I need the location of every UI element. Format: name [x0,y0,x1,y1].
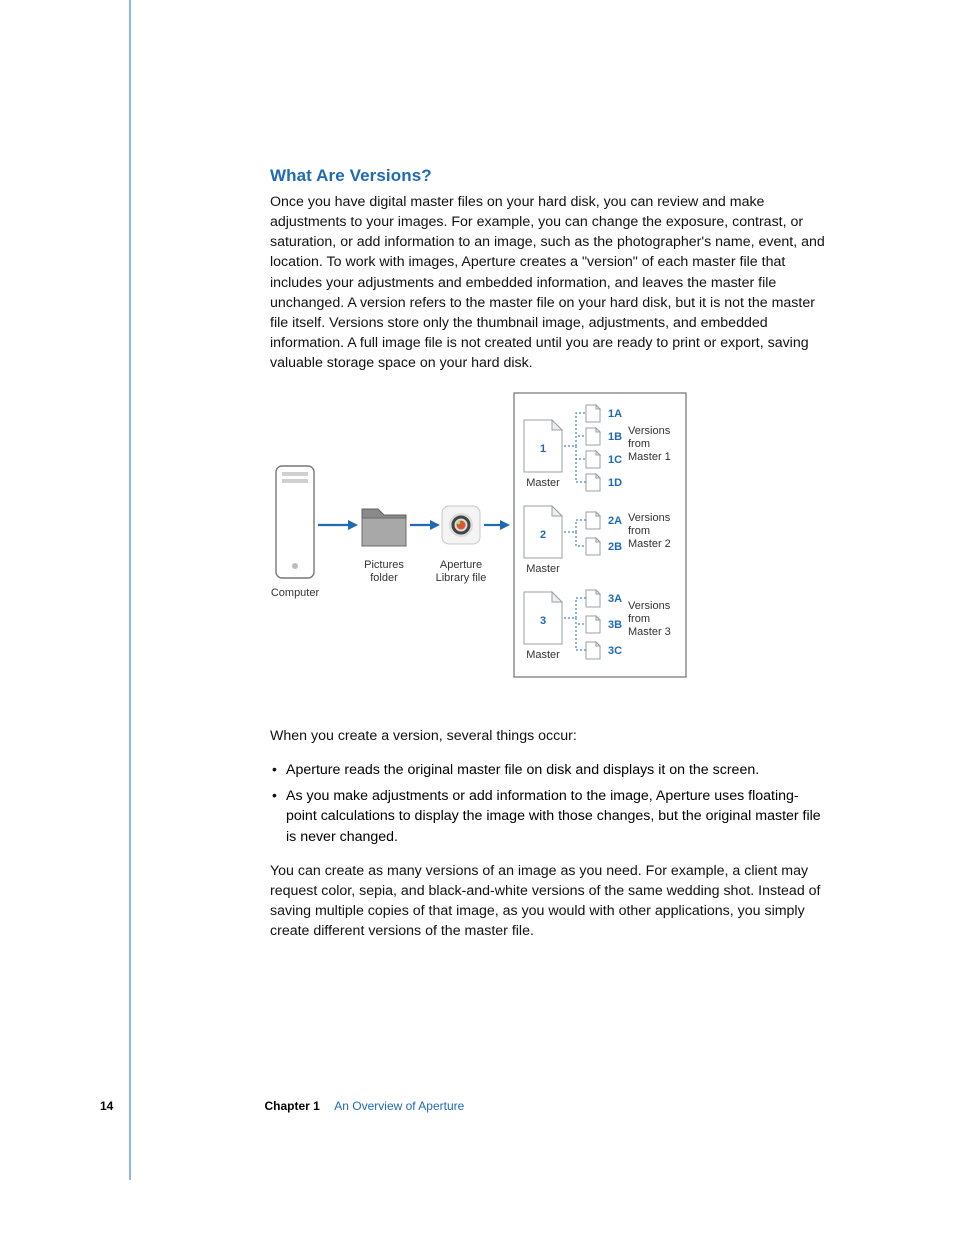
pictures-folder-label-1: Pictures [364,559,404,571]
folder-icon [362,509,406,546]
section-heading: What Are Versions? [270,166,825,186]
version-2B-icon [586,538,600,555]
master-2-label: Master [526,563,560,575]
body-paragraph-3: You can create as many versions of an im… [270,861,825,942]
computer-label: Computer [271,587,320,599]
bullet-item: Aperture reads the original master file … [270,760,825,780]
versions-2-cap-l2: from [628,525,650,537]
version-3B-icon [586,616,600,633]
version-3C-label: 3C [608,645,622,657]
aperture-library-icon [442,506,480,544]
body-paragraph-1: Once you have digital master files on yo… [270,192,825,373]
page-number: 14 [100,1099,130,1113]
dash-1a [564,413,586,446]
dash-3b [564,618,586,624]
arrowhead-2 [430,520,440,530]
body-paragraph-2: When you create a version, several thing… [270,726,825,746]
version-1D-label: 1D [608,477,622,489]
versions-2-cap-l1: Versions [628,512,671,524]
main-content: What Are Versions? Once you have digital… [270,166,825,387]
versions-2-cap-l3: Master 2 [628,538,671,550]
pictures-folder-label-2: folder [370,572,398,584]
dash-1d [564,446,586,482]
dash-3a [564,598,586,618]
version-1D-icon [586,474,600,491]
master-1-label: Master [526,477,560,489]
versions-1-cap-l2: from [628,438,650,450]
chapter-title: An Overview of Aperture [334,1099,464,1113]
version-3B-label: 3B [608,619,622,631]
dash-2a [564,520,586,532]
dash-1b [564,436,586,446]
master-1-num: 1 [540,443,546,455]
aperture-library-label-1: Aperture [440,559,482,571]
versions-diagram: Computer Pictures folder Apertu [270,390,690,680]
arrowhead-1 [348,520,358,530]
dash-1c [564,446,586,459]
dash-2b [564,532,586,546]
version-1C-label: 1C [608,454,622,466]
version-1C-icon [586,451,600,468]
master-2-num: 2 [540,529,546,541]
bullet-list: Aperture reads the original master file … [270,760,825,847]
versions-1-cap-l1: Versions [628,425,671,437]
version-1A-icon [586,405,600,422]
versions-3-cap-l3: Master 3 [628,626,671,638]
version-2A-label: 2A [608,515,622,527]
version-3C-icon [586,642,600,659]
version-1B-label: 1B [608,431,622,443]
bullet-item: As you make adjustments or add informati… [270,786,825,846]
master-3-num: 3 [540,615,546,627]
version-3A-label: 3A [608,593,622,605]
version-1B-icon [586,428,600,445]
lower-content: When you create a version, several thing… [270,726,825,955]
arrowhead-3 [500,520,510,530]
versions-3-cap-l1: Versions [628,600,671,612]
document-page: What Are Versions? Once you have digital… [0,0,954,1235]
master-3-label: Master [526,649,560,661]
version-2A-icon [586,512,600,529]
versions-1-cap-l3: Master 1 [628,451,671,463]
chapter-label: Chapter 1 [264,1099,319,1113]
aperture-library-label-2: Library file [436,572,487,584]
versions-3-cap-l2: from [628,613,650,625]
dash-3c [564,618,586,650]
left-rule [129,0,131,1180]
version-2B-label: 2B [608,541,622,553]
computer-icon [276,466,314,578]
version-1A-label: 1A [608,408,622,420]
version-3A-icon [586,590,600,607]
page-footer: 14 Chapter 1 An Overview of Aperture [100,1097,820,1127]
